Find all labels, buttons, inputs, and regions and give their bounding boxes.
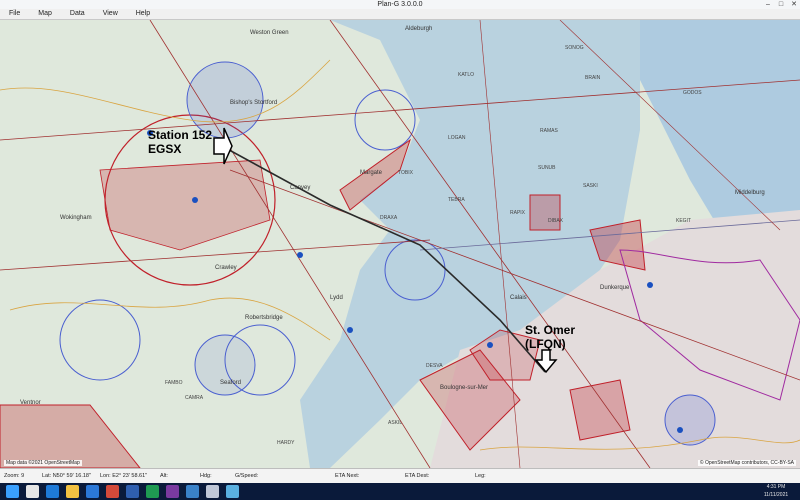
airport-icon[interactable] [297, 252, 303, 258]
waypoint-label[interactable]: TEBRA [448, 197, 465, 203]
heathrow-ctr [99, 159, 271, 251]
place-label: Wokingham [60, 215, 92, 221]
latitude-readout: Lat: N50° 59' 16.18" [42, 473, 91, 479]
waypoint-label[interactable]: TOBIX [398, 170, 413, 176]
place-label: Bishop's Stortford [230, 100, 278, 106]
eta-dest-readout: ETA Dest: [405, 473, 430, 479]
airport-icon[interactable] [487, 342, 493, 348]
place-label: Aldeburgh [405, 26, 433, 32]
app-icon[interactable] [226, 485, 239, 498]
minimize-icon[interactable]: – [762, 0, 774, 9]
waypoint-label[interactable]: BRAIN [585, 75, 600, 81]
waypoint-label[interactable]: SONOG [565, 45, 584, 51]
solent-zone [59, 299, 141, 381]
place-label: Calais [510, 295, 527, 301]
menu-help[interactable]: Help [127, 9, 159, 19]
place-label: Robertsbridge [245, 315, 283, 321]
waypoint-label[interactable]: SASKI [583, 183, 598, 189]
waypoint-label[interactable]: SUNUB [538, 165, 556, 171]
waypoint-label[interactable]: FAMBO [165, 380, 183, 386]
clock[interactable]: 4:31 PM 11/11/2021 [758, 483, 794, 500]
heading-readout: Hdg: [200, 473, 212, 479]
waypoint-label[interactable]: ASKIL [388, 420, 402, 426]
menu-view[interactable]: View [94, 9, 127, 19]
north-sea [640, 20, 800, 230]
search-icon[interactable] [26, 485, 39, 498]
leg-readout: Leg: [475, 473, 486, 479]
plang-icon[interactable] [206, 485, 219, 498]
map-layer [0, 20, 800, 468]
waypoint-label[interactable]: HARDY [277, 440, 295, 446]
place-label: Canvey [290, 185, 311, 191]
place-label: Middelburg [735, 190, 765, 196]
waypoint-label[interactable]: RAPIX [510, 210, 525, 216]
taskbar: 4:31 PM 11/11/2021 [0, 483, 800, 500]
store-icon[interactable] [86, 485, 99, 498]
zoom-readout: Zoom: 9 [4, 473, 25, 479]
photos-icon[interactable] [186, 485, 199, 498]
airfield-label[interactable]: Station 152 EGSX [148, 128, 212, 156]
title-bar: Plan-G 3.0.0.0 – □ ✕ [0, 0, 800, 9]
waypoint-label[interactable]: KATLO [458, 72, 474, 78]
osm-attribution: © OpenStreetMap contributors, CC-BY-SA [697, 460, 796, 466]
altitude-readout: Alt: [160, 473, 168, 479]
place-label: Dunkerque [600, 285, 630, 291]
waypoint-label[interactable]: DIBAX [548, 218, 563, 224]
waypoint-label[interactable]: CAMRA [185, 395, 203, 401]
place-label: Weston Green [250, 30, 289, 36]
place-label: Lydd [330, 295, 343, 301]
airport-icon[interactable] [677, 427, 683, 433]
folder-icon[interactable] [66, 485, 79, 498]
clacton-zone [354, 89, 416, 151]
danger-area-channel [529, 194, 561, 231]
danger-area-wight [0, 404, 141, 468]
word-icon[interactable] [126, 485, 139, 498]
waypoint-label[interactable]: DESVA [426, 363, 443, 369]
map-canvas[interactable]: Station 152 EGSX St. Omer (LFQN) Aldeburgh… [0, 20, 800, 468]
shoreham-zone [194, 334, 256, 396]
airport-icon[interactable] [647, 282, 653, 288]
airport-icon[interactable] [347, 327, 353, 333]
waypoint-label[interactable]: LOGAN [448, 135, 466, 141]
road-1 [0, 59, 331, 123]
waypoint-label[interactable]: DRAXA [380, 215, 397, 221]
menu-file[interactable]: File [0, 9, 29, 19]
eta-next-readout: ETA Next: [335, 473, 360, 479]
airfield-label[interactable]: St. Omer (LFQN) [525, 323, 575, 351]
menu-data[interactable]: Data [61, 9, 94, 19]
waypoint-label[interactable]: KEGIT [676, 218, 691, 224]
start-icon[interactable] [6, 485, 19, 498]
place-label: Crawley [215, 265, 237, 271]
longitude-readout: Lon: E2° 23' 58.61" [100, 473, 148, 479]
close-icon[interactable]: ✕ [788, 0, 800, 9]
excel-icon[interactable] [146, 485, 159, 498]
place-label: Seaford [220, 380, 242, 386]
menu-map[interactable]: Map [29, 9, 61, 19]
app-icon[interactable] [166, 485, 179, 498]
maximize-icon[interactable]: □ [775, 0, 787, 9]
groundspeed-readout: G/Speed: [235, 473, 259, 479]
edge-icon[interactable] [46, 485, 59, 498]
waypoint-label[interactable]: RAMAS [540, 128, 558, 134]
window-title: Plan-G 3.0.0.0 [377, 1, 423, 8]
place-label: Boulogne-sur-Mer [440, 385, 489, 391]
place-label: Margate [360, 170, 383, 176]
place-label: Ventnor [20, 400, 41, 406]
danger-area-stomer [569, 379, 631, 441]
chrome-icon[interactable] [106, 485, 119, 498]
map-scale: Map data ©2021 OpenStreetMap [4, 460, 82, 466]
menu-bar: File Map Data View Help [0, 9, 800, 20]
lille-zone [664, 394, 716, 446]
status-bar: Zoom: 9 Lat: N50° 59' 16.18" Lon: E2° 23… [0, 468, 800, 484]
airport-icon[interactable] [192, 197, 198, 203]
waypoint-label[interactable]: GODOS [683, 90, 702, 96]
